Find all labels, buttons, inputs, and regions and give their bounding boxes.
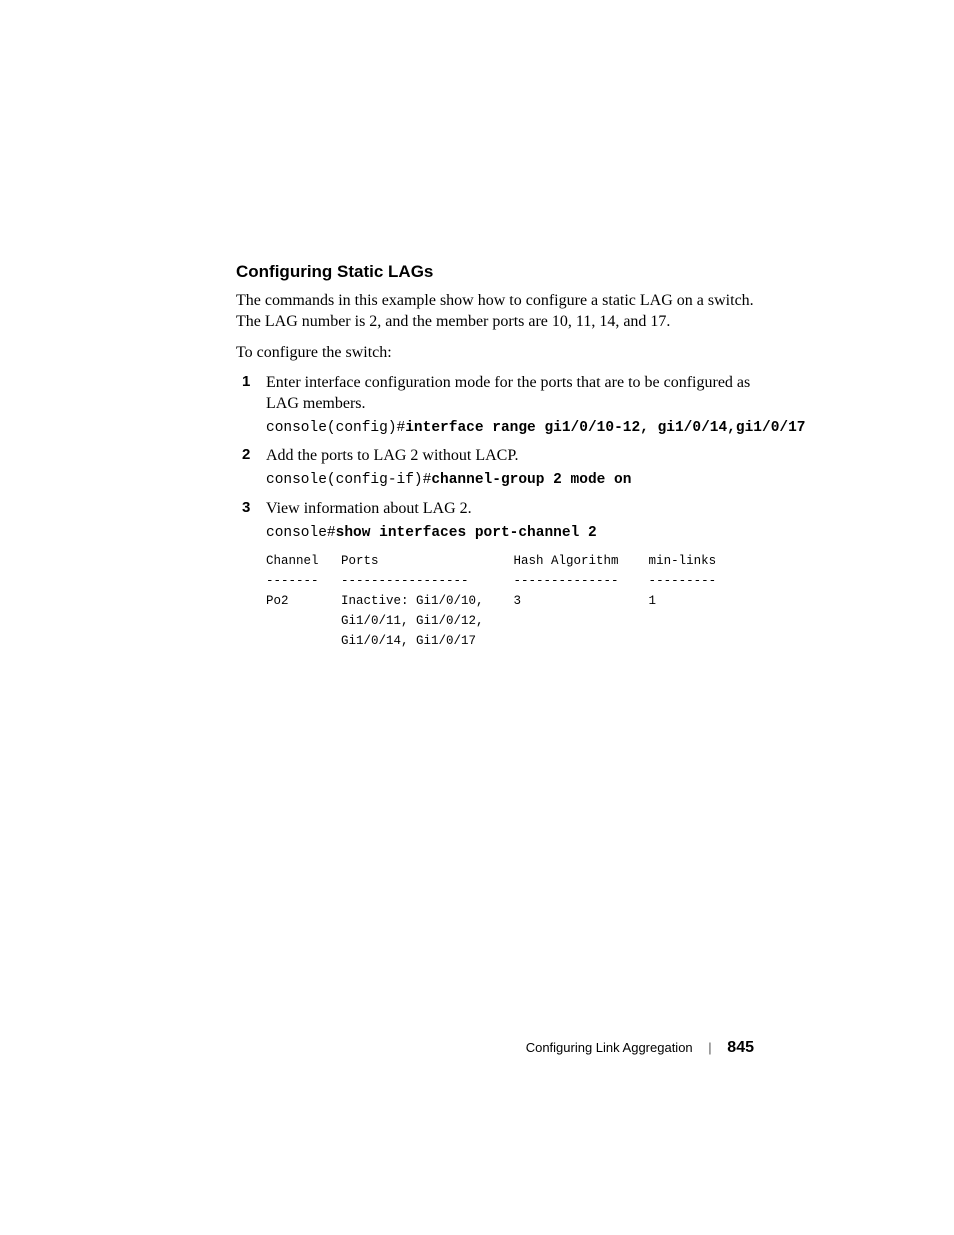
page-footer: Configuring Link Aggregation | 845 (526, 1039, 754, 1057)
intro-paragraph: The commands in this example show how to… (236, 290, 754, 332)
code-command: channel-group 2 mode on (431, 472, 631, 488)
code-block: console(config)#interface range gi1/0/10… (266, 419, 754, 439)
step-text: Add the ports to LAG 2 without LACP. (266, 446, 754, 467)
cli-row: Po2 Inactive: Gi1/0/10, 3 1 (266, 594, 656, 608)
page: Configuring Static LAGs The commands in … (0, 0, 954, 1235)
cli-output: Channel Ports Hash Algorithm min-links -… (266, 551, 754, 651)
cli-row: Gi1/0/11, Gi1/0/12, (266, 614, 484, 628)
cli-header: Channel Ports Hash Algorithm min-links (266, 554, 716, 568)
page-number: 845 (727, 1039, 754, 1056)
step-text: View information about LAG 2. (266, 499, 754, 520)
step-number: 2 (242, 446, 250, 463)
section-heading: Configuring Static LAGs (236, 262, 754, 282)
lead-paragraph: To configure the switch: (236, 342, 754, 363)
step-number: 3 (242, 499, 250, 516)
code-prompt: console(config)# (266, 420, 405, 436)
code-prompt: console# (266, 525, 336, 541)
code-command: interface range gi1/0/10-12, gi1/0/14,gi… (405, 420, 805, 436)
step-number: 1 (242, 373, 250, 390)
code-command: show interfaces port-channel 2 (336, 525, 597, 541)
cli-row: Gi1/0/14, Gi1/0/17 (266, 634, 476, 648)
step-2: 2 Add the ports to LAG 2 without LACP. c… (236, 446, 754, 490)
code-prompt: console(config-if)# (266, 472, 431, 488)
steps-list: 1 Enter interface configuration mode for… (236, 373, 754, 651)
footer-title: Configuring Link Aggregation (526, 1040, 693, 1055)
cli-divider: ------- ----------------- --------------… (266, 574, 716, 588)
step-3: 3 View information about LAG 2. console#… (236, 499, 754, 651)
step-1: 1 Enter interface configuration mode for… (236, 373, 754, 438)
code-block: console(config-if)#channel-group 2 mode … (266, 471, 754, 491)
footer-separator: | (708, 1040, 711, 1055)
code-block: console#show interfaces port-channel 2 (266, 524, 754, 544)
step-text: Enter interface configuration mode for t… (266, 373, 754, 415)
